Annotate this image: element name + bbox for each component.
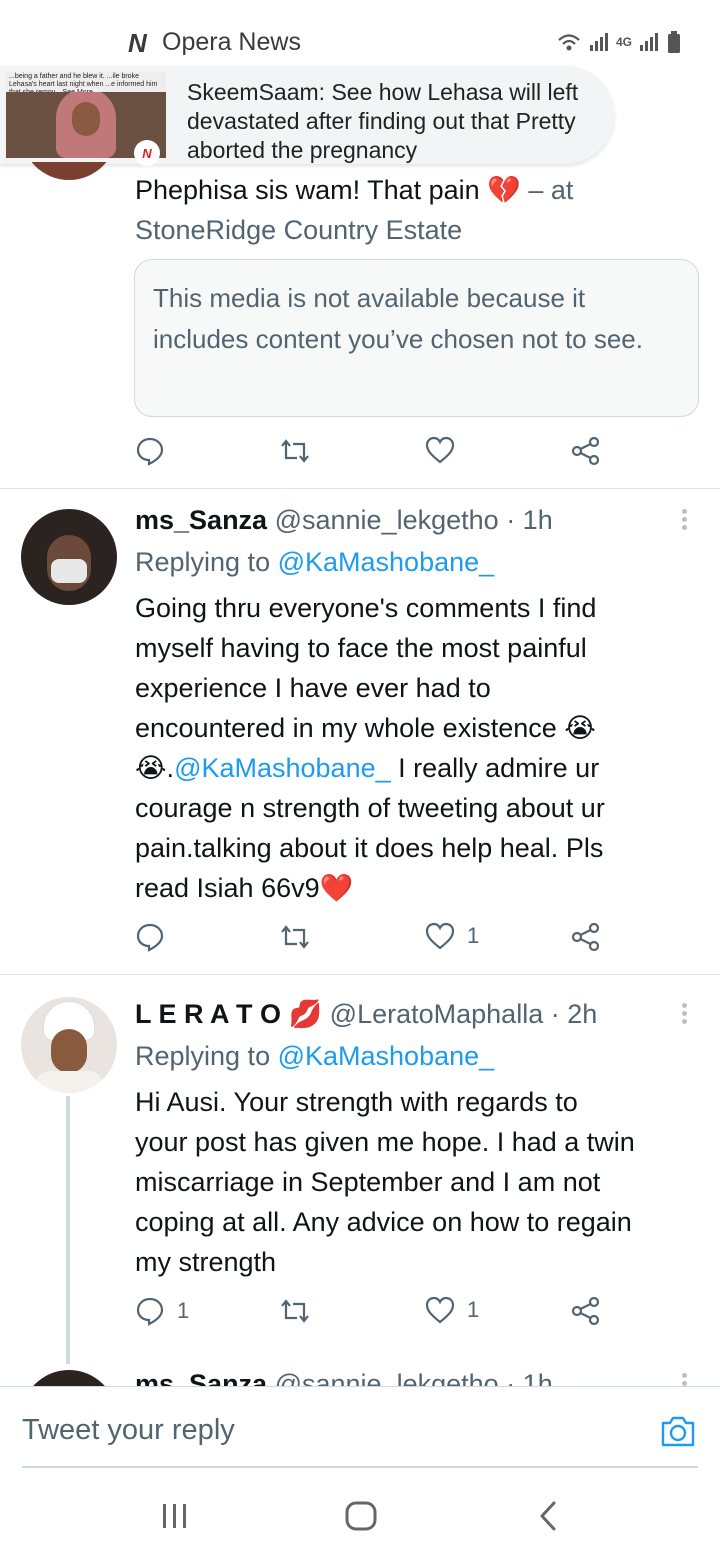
tweet-text: Phephisa sis wam! That pain 💔 – at [135, 175, 574, 205]
retweet-button[interactable] [279, 922, 311, 952]
like-button[interactable]: 1 [425, 1296, 479, 1324]
avatar[interactable] [21, 997, 117, 1093]
share-icon [571, 1296, 600, 1326]
reply-button[interactable] [135, 436, 165, 466]
thumbnail-caption: ...being a father and he blew it. ...ile… [6, 72, 166, 92]
divider [0, 974, 720, 975]
back-button[interactable] [536, 1500, 560, 1532]
user-handle[interactable]: @sannie_lekgetho [275, 505, 499, 535]
thread-line [66, 1096, 70, 1364]
tweet-time: · 1h [506, 505, 553, 535]
reply-icon [136, 923, 164, 952]
replying-to: Replying to @KaMashobane_ [135, 1041, 495, 1071]
reply-icon [136, 437, 164, 466]
avatar-face [51, 1029, 87, 1073]
display-name[interactable]: L E R A T O [135, 999, 281, 1029]
heart-icon [425, 436, 455, 464]
mention-link[interactable]: @KaMashobane_ [174, 753, 391, 783]
display-name[interactable]: ms_Sanza [135, 505, 267, 535]
divider [0, 488, 720, 489]
reply-input[interactable]: Tweet your reply [22, 1414, 235, 1447]
network-type-label: 4G [616, 35, 633, 49]
tweet-actions: 1 [135, 922, 615, 958]
camera-icon[interactable] [660, 1414, 696, 1448]
tweet-actions: 1 1 [135, 1296, 615, 1332]
share-button[interactable] [571, 922, 601, 952]
share-button[interactable] [571, 436, 601, 466]
like-count: 1 [467, 1297, 480, 1322]
tweet-text: Going thru everyone's comments I find my… [135, 593, 605, 903]
status-icons: 4G [556, 28, 682, 56]
retweet-icon [281, 1299, 309, 1323]
heart-icon [425, 922, 455, 950]
media-unavailable-notice: This media is not available because it i… [134, 259, 699, 417]
reply-button[interactable] [135, 922, 165, 952]
opera-news-logo: N [128, 28, 147, 58]
tweet-location[interactable]: StoneRidge Country Estate [135, 210, 462, 250]
reply-icon [136, 1297, 164, 1326]
tweet-time: · 2h [550, 999, 598, 1029]
like-button[interactable] [425, 436, 455, 464]
notification-text[interactable]: SkeemSaam: See how Lehasa will left deva… [187, 78, 617, 165]
reply-input-underline [22, 1466, 698, 1468]
like-count: 1 [467, 923, 480, 948]
share-icon [571, 922, 600, 952]
heart-icon [425, 1296, 455, 1324]
replying-to: Replying to @KaMashobane_ [135, 547, 495, 577]
avatar[interactable] [21, 509, 117, 605]
tweet-header: ms_Sanza @sannie_lekgetho · 1h [135, 502, 553, 538]
home-button[interactable] [344, 1500, 378, 1532]
retweet-button[interactable] [279, 1296, 311, 1326]
tweet-header: L E R A T O 💋 @LeratoMaphalla · 2h [135, 996, 597, 1032]
share-icon [571, 436, 600, 466]
reply-mention-link[interactable]: @KaMashobane_ [278, 547, 495, 577]
share-button[interactable] [571, 1296, 601, 1326]
crying-emoji: 😭. [135, 753, 175, 783]
broken-heart-emoji: 💔 [487, 175, 521, 205]
reply-button[interactable]: 1 [135, 1296, 189, 1326]
tweet-text: Hi Ausi. Your strength with regards to y… [135, 1087, 635, 1277]
signal-icon [590, 33, 608, 51]
more-options-button[interactable] [678, 1000, 690, 1027]
thumbnail-face [72, 102, 100, 136]
signal-icon [640, 33, 658, 51]
reply-mention-link[interactable]: @KaMashobane_ [278, 1041, 495, 1071]
more-options-button[interactable] [678, 506, 690, 533]
retweet-icon [281, 439, 309, 463]
lips-emoji: 💋 [288, 999, 323, 1029]
opera-badge-icon: N [134, 140, 160, 166]
notification-app-name: Opera News [162, 28, 301, 56]
retweet-icon [281, 925, 309, 949]
like-button[interactable]: 1 [425, 922, 479, 950]
battery-icon [668, 31, 680, 53]
wifi-icon [558, 34, 580, 51]
avatar-mask [51, 559, 87, 583]
tweet-actions [135, 436, 615, 472]
avatar-body [35, 1071, 103, 1093]
recent-apps-button[interactable] [160, 1502, 190, 1530]
system-navigation-bar [0, 1470, 720, 1560]
retweet-button[interactable] [279, 436, 311, 466]
user-handle[interactable]: @LeratoMaphalla [330, 999, 544, 1029]
reply-count: 1 [177, 1298, 190, 1323]
